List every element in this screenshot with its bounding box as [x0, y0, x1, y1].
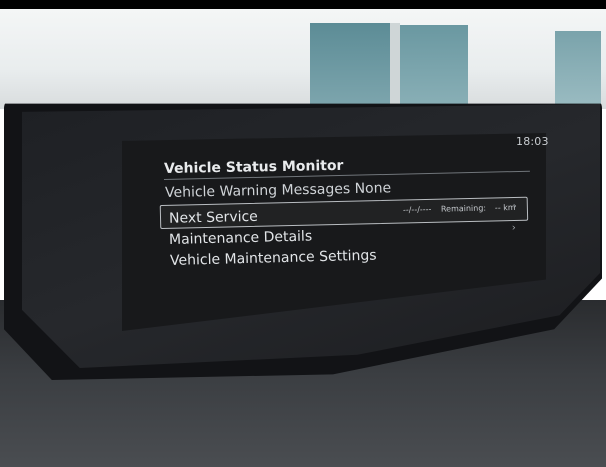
building-divider	[390, 23, 400, 109]
next-service-date: --/--/----	[402, 204, 432, 215]
windshield-background	[0, 9, 606, 109]
building-window	[310, 23, 390, 109]
clock: 18:03	[516, 135, 549, 148]
photo-top-border	[0, 0, 606, 9]
page-title: Vehicle Status Monitor	[163, 157, 344, 177]
building-window	[555, 31, 601, 109]
chevron-right-icon: ›	[511, 222, 516, 234]
remaining-label: Remaining:	[440, 203, 487, 214]
next-service-label: Next Service	[168, 208, 259, 227]
chevron-right-icon: ›	[512, 200, 517, 212]
building-window	[400, 25, 468, 109]
